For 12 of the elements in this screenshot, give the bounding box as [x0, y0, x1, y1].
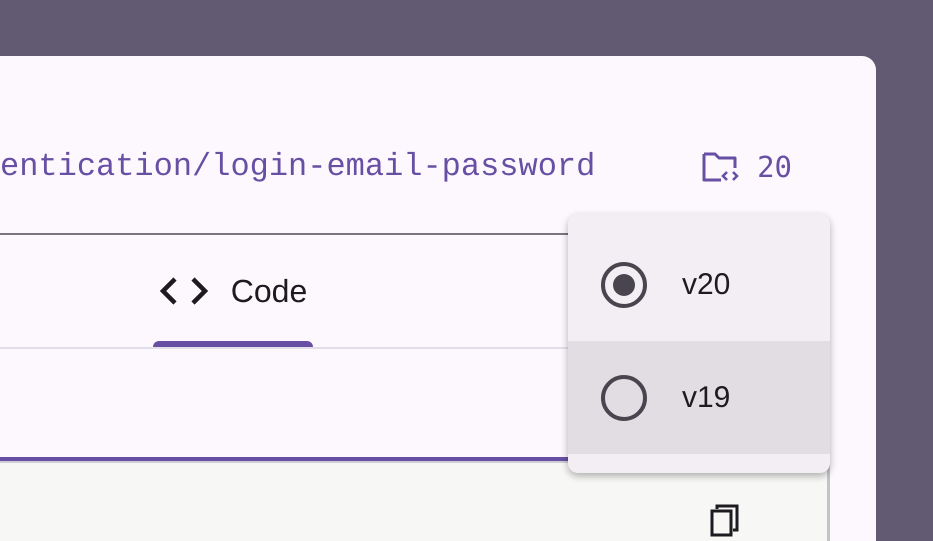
version-label: v19 [682, 380, 730, 414]
version-option[interactable]: v20 [568, 228, 830, 341]
file-path: entication/login-email-password [0, 148, 596, 185]
version-number[interactable]: 20 [757, 150, 792, 184]
copy-icon[interactable] [709, 503, 741, 537]
version-option[interactable]: v19 [568, 341, 830, 454]
folder-code-icon [701, 150, 740, 184]
code-icon [158, 276, 209, 306]
radio-button[interactable] [600, 260, 648, 308]
version-label: v20 [682, 268, 730, 302]
radio-button[interactable] [600, 374, 648, 422]
code-tab[interactable]: Code [153, 235, 313, 347]
